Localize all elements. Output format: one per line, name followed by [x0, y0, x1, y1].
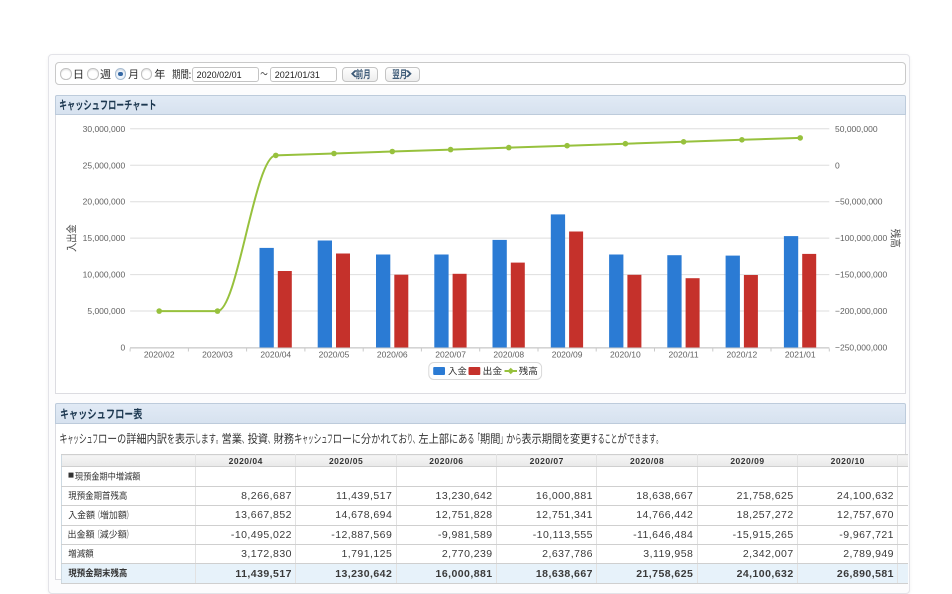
svg-text:2020/08: 2020/08	[493, 350, 524, 360]
svg-text:30,000,000: 30,000,000	[83, 124, 126, 134]
svg-text:0: 0	[835, 160, 840, 170]
svg-text:0: 0	[120, 343, 125, 353]
svg-text:10,000,000: 10,000,000	[83, 270, 126, 280]
svg-text:2020/07: 2020/07	[435, 350, 466, 360]
svg-text:2020/04: 2020/04	[260, 350, 291, 360]
svg-text:−100,000,000: −100,000,000	[835, 233, 888, 243]
svg-text:2020/12: 2020/12	[727, 350, 758, 360]
svg-text:2020/10: 2020/10	[610, 350, 641, 360]
svg-text:25,000,000: 25,000,000	[83, 160, 126, 170]
svg-text:−200,000,000: −200,000,000	[835, 306, 888, 316]
svg-text:2020/02: 2020/02	[144, 350, 175, 360]
svg-text:−150,000,000: −150,000,000	[835, 270, 888, 280]
svg-text:20,000,000: 20,000,000	[83, 197, 126, 207]
svg-text:−50,000,000: −50,000,000	[835, 197, 883, 207]
svg-text:2020/09: 2020/09	[552, 350, 583, 360]
svg-text:50,000,000: 50,000,000	[835, 124, 878, 134]
svg-text:2021/01: 2021/01	[785, 350, 816, 360]
svg-text:2020/03: 2020/03	[202, 350, 233, 360]
svg-text:5,000,000: 5,000,000	[87, 306, 125, 316]
svg-text:−250,000,000: −250,000,000	[835, 343, 888, 353]
svg-text:15,000,000: 15,000,000	[83, 233, 126, 243]
svg-text:2020/11: 2020/11	[669, 350, 699, 360]
svg-text:2020/06: 2020/06	[377, 350, 408, 360]
svg-text:2020/05: 2020/05	[319, 350, 350, 360]
